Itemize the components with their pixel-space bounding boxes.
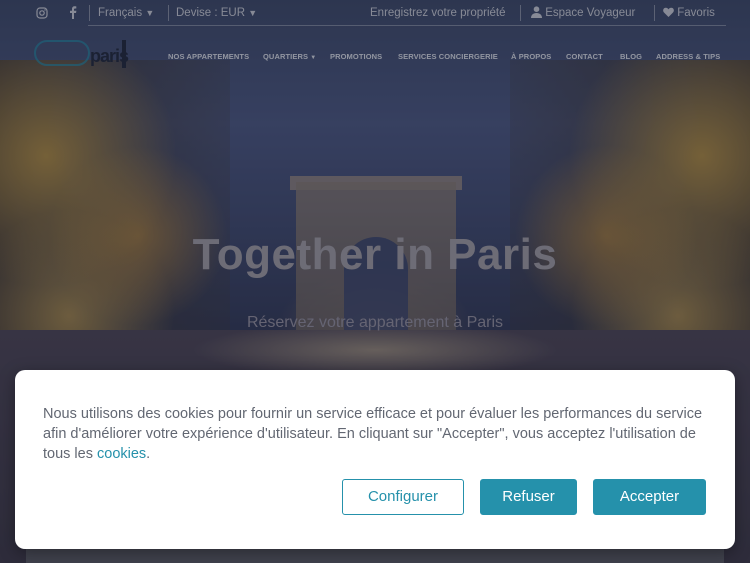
refuse-button[interactable]: Refuser (480, 479, 577, 515)
cookie-message: Nous utilisons des cookies pour fournir … (43, 404, 713, 464)
configure-button[interactable]: Configurer (342, 479, 464, 515)
cookie-message-suffix: . (146, 446, 151, 462)
cookies-policy-link[interactable]: cookies (97, 446, 146, 462)
accept-button[interactable]: Accepter (593, 479, 706, 515)
cookie-consent-dialog: Nous utilisons des cookies pour fournir … (15, 370, 735, 549)
